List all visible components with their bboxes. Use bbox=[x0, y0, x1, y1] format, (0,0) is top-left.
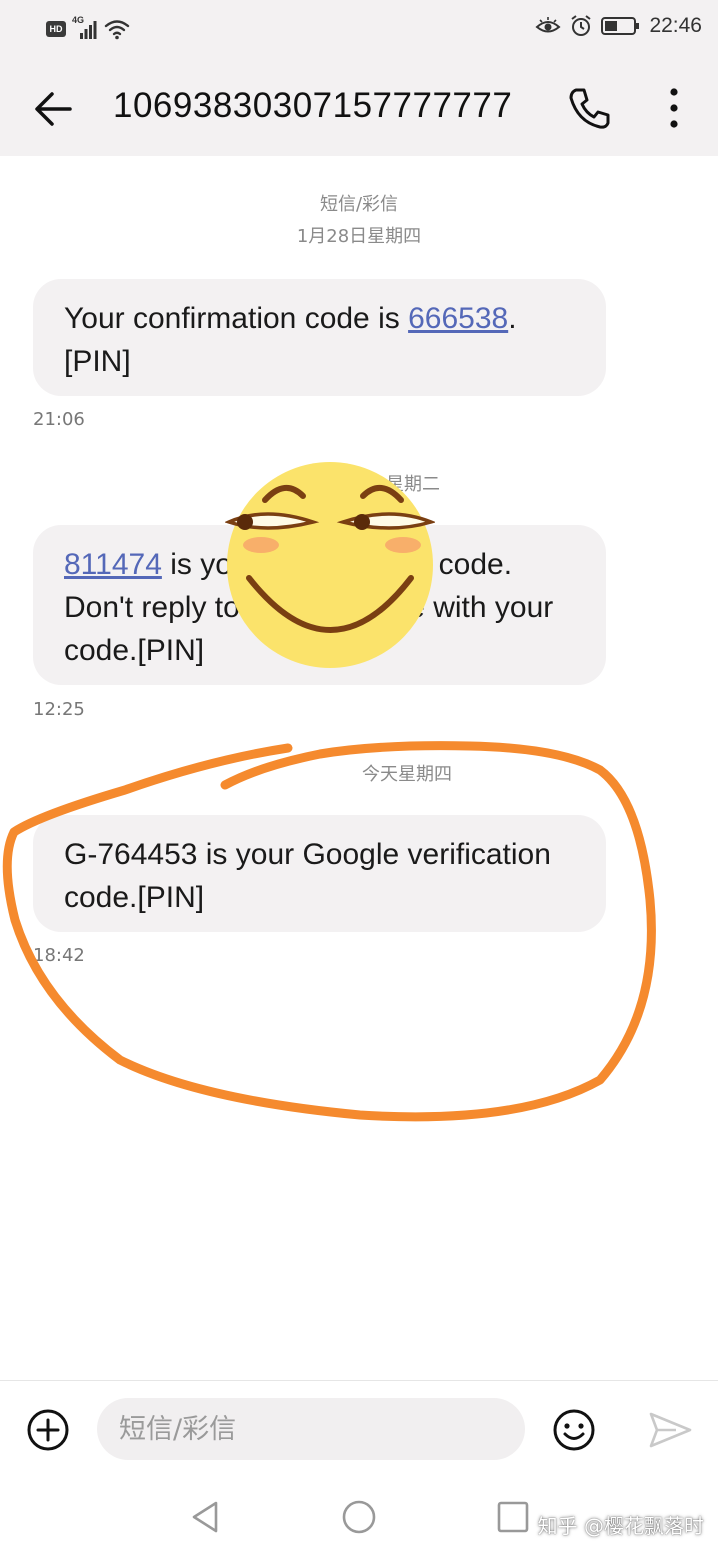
smirk-emoji-sticker bbox=[225, 462, 435, 668]
status-left: HD 4G bbox=[46, 15, 130, 40]
status-right: 22:46 bbox=[535, 14, 702, 38]
wifi-icon bbox=[104, 18, 130, 40]
verification-code-link[interactable]: 666538 bbox=[408, 302, 508, 335]
message-bubble[interactable]: G-764453 is your Google verification cod… bbox=[33, 815, 606, 932]
nav-back-button[interactable] bbox=[186, 1498, 224, 1536]
back-arrow-icon bbox=[35, 92, 72, 126]
nav-home-button[interactable] bbox=[340, 1498, 378, 1536]
emoji-button[interactable] bbox=[552, 1408, 596, 1452]
add-icon bbox=[27, 1409, 69, 1451]
nav-home-icon bbox=[342, 1500, 376, 1534]
eye-comfort-icon bbox=[535, 15, 561, 37]
emoji-icon bbox=[553, 1409, 595, 1451]
send-icon bbox=[649, 1412, 692, 1448]
message-time: 12:25 bbox=[33, 699, 85, 720]
status-bar: HD 4G 22:46 bbox=[0, 0, 718, 62]
conversation-header: 10693830307157777777 bbox=[0, 62, 718, 156]
message-bubble[interactable]: Your confirmation code is 666538.[PIN] bbox=[33, 279, 606, 396]
back-button[interactable] bbox=[30, 86, 80, 132]
alarm-icon bbox=[569, 14, 593, 38]
compose-bar bbox=[0, 1380, 718, 1477]
signal-icon: 4G bbox=[72, 15, 98, 40]
message-time: 18:42 bbox=[33, 945, 85, 966]
date-separator: 今天星期四 bbox=[362, 764, 452, 785]
message-time: 21:06 bbox=[33, 409, 85, 430]
status-time: 22:46 bbox=[649, 14, 702, 37]
contact-number: 10693830307157777777 bbox=[113, 86, 513, 125]
more-options-button[interactable] bbox=[656, 84, 692, 132]
message-input[interactable] bbox=[97, 1398, 525, 1460]
phone-icon bbox=[569, 88, 610, 129]
call-button[interactable] bbox=[566, 84, 614, 132]
more-vertical-icon bbox=[670, 88, 678, 128]
nav-back-icon bbox=[192, 1501, 218, 1533]
message-text: Your confirmation code is bbox=[64, 302, 409, 335]
message-category-label: 短信/彩信 bbox=[319, 194, 399, 215]
nav-recents-icon bbox=[497, 1501, 529, 1533]
add-attachment-button[interactable] bbox=[26, 1408, 70, 1452]
battery-icon bbox=[601, 16, 641, 36]
hd-badge: HD bbox=[46, 21, 66, 37]
message-text: G-764453 is your Google verification cod… bbox=[64, 838, 551, 914]
send-button[interactable] bbox=[646, 1408, 694, 1452]
verification-code-link[interactable]: 811474 bbox=[64, 548, 162, 581]
watermark-text: 知乎 @樱花飘落时 bbox=[537, 1514, 704, 1538]
nav-recents-button[interactable] bbox=[494, 1498, 532, 1536]
date-separator: 1月28日星期四 bbox=[296, 226, 422, 247]
